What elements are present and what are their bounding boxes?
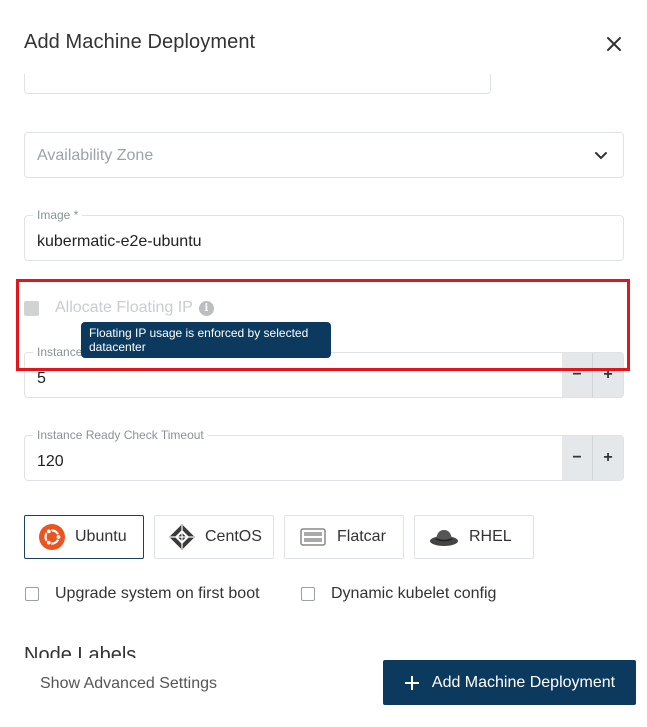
os-label: RHEL xyxy=(469,528,512,545)
os-label: Flatcar xyxy=(337,528,386,545)
close-icon xyxy=(607,37,621,51)
plus-icon xyxy=(404,675,419,690)
ready-check-value: 120 xyxy=(37,453,64,470)
add-machine-deployment-button[interactable]: Add Machine Deployment xyxy=(383,660,636,705)
highlight-box xyxy=(16,279,630,371)
os-label: Ubuntu xyxy=(75,528,127,545)
dialog-footer: Show Advanced Settings Add Machine Deplo… xyxy=(0,658,647,727)
chevron-down-icon xyxy=(595,152,607,160)
os-centos-button[interactable]: CentOS xyxy=(154,515,274,559)
add-machine-deployment-label: Add Machine Deployment xyxy=(431,673,616,691)
availability-zone-select[interactable]: Availability Zone xyxy=(24,132,624,178)
decrement-button[interactable]: − xyxy=(562,436,593,480)
image-input[interactable]: Image * kubermatic-e2e-ubuntu xyxy=(24,208,624,261)
os-ubuntu-button[interactable]: Ubuntu xyxy=(24,515,144,559)
upgrade-on-boot-checkbox[interactable] xyxy=(25,587,39,601)
rhel-icon xyxy=(430,530,458,546)
show-advanced-settings-button[interactable]: Show Advanced Settings xyxy=(40,675,217,693)
flatcar-icon xyxy=(300,528,326,546)
os-flatcar-button[interactable]: Flatcar xyxy=(284,515,404,559)
dynamic-kubelet-checkbox[interactable] xyxy=(301,587,315,601)
image-label: Image * xyxy=(33,208,83,222)
ubuntu-icon xyxy=(39,524,65,550)
increment-button[interactable]: + xyxy=(593,436,623,480)
ready-check-timeout-field[interactable]: Instance Ready Check Timeout 120 − + xyxy=(24,428,624,481)
close-button[interactable] xyxy=(600,30,628,58)
dynamic-kubelet-option[interactable]: Dynamic kubelet config xyxy=(301,585,496,603)
upgrade-on-boot-option[interactable]: Upgrade system on first boot xyxy=(25,585,260,603)
instance-value: 5 xyxy=(37,370,46,387)
os-label: CentOS xyxy=(205,528,262,545)
dynamic-kubelet-label: Dynamic kubelet config xyxy=(331,585,497,602)
availability-zone-placeholder: Availability Zone xyxy=(37,147,154,164)
image-value: kubermatic-e2e-ubuntu xyxy=(37,233,202,250)
ready-check-label: Instance Ready Check Timeout xyxy=(33,428,208,442)
os-rhel-button[interactable]: RHEL xyxy=(414,515,534,559)
dialog-title: Add Machine Deployment xyxy=(24,31,256,53)
previous-field[interactable] xyxy=(24,74,491,94)
centos-icon xyxy=(169,524,195,550)
upgrade-on-boot-label: Upgrade system on first boot xyxy=(55,585,260,602)
node-labels-heading: Node Labels xyxy=(24,644,137,658)
